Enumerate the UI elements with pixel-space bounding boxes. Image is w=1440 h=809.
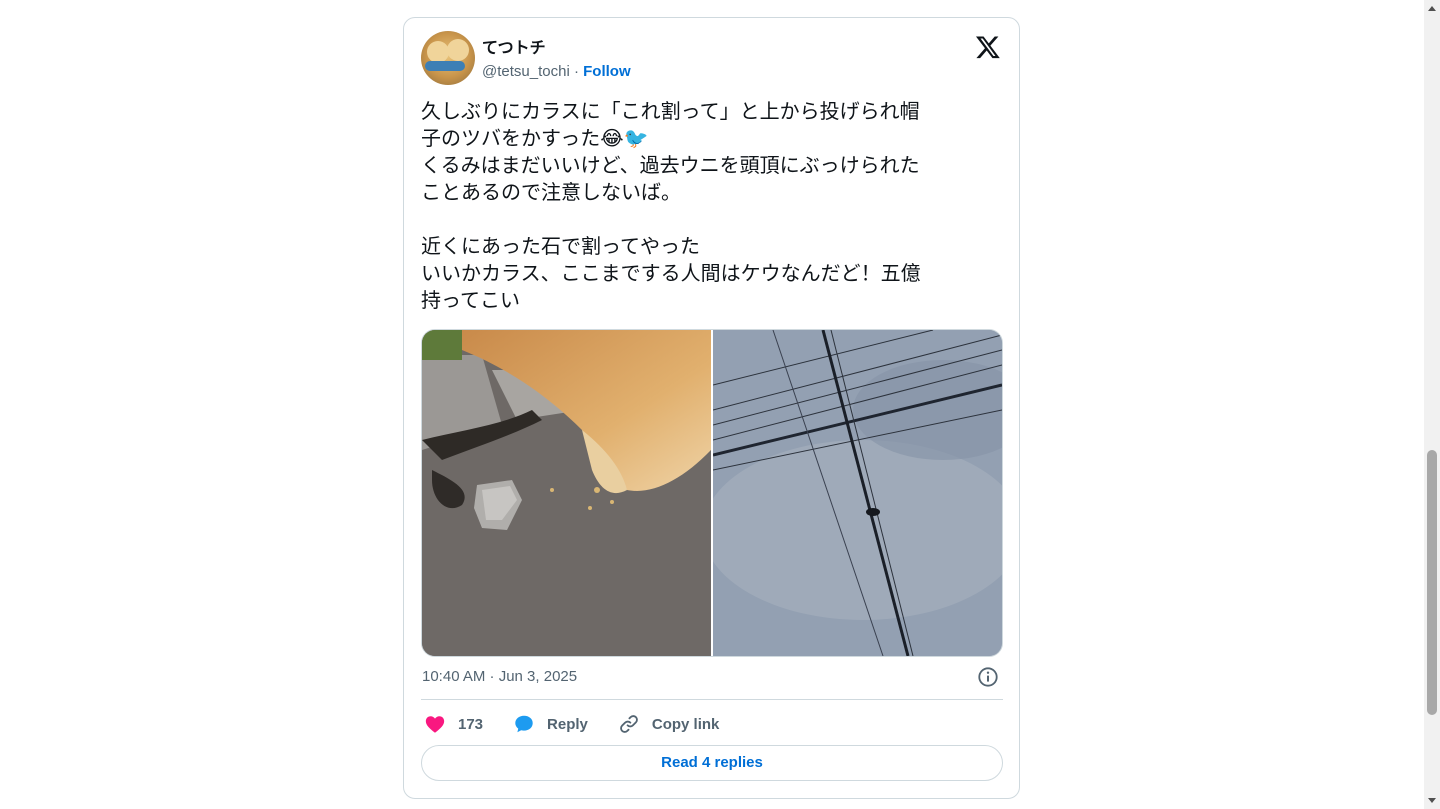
- read-replies-button[interactable]: Read 4 replies: [421, 745, 1003, 781]
- tweet-header: てつトチ @tetsu_tochi · Follow: [421, 30, 1001, 86]
- handle[interactable]: @tetsu_tochi: [482, 63, 570, 80]
- photo-sky-crow-drawing: [713, 330, 1002, 656]
- speech-bubble-icon: [515, 715, 533, 733]
- handle-row: @tetsu_tochi · Follow: [482, 63, 631, 80]
- avatar-dog-left: [427, 41, 449, 63]
- info-icon[interactable]: [977, 666, 999, 688]
- heart-icon: [425, 716, 445, 733]
- scrollbar-thumb[interactable]: [1427, 450, 1437, 715]
- avatar-dog-right: [447, 39, 469, 61]
- scroll-down-arrow-icon[interactable]: [1428, 798, 1436, 803]
- divider: [421, 699, 1003, 700]
- avatar-toy: [425, 61, 465, 71]
- scroll-up-arrow-icon[interactable]: [1428, 6, 1436, 11]
- x-logo-icon[interactable]: [975, 34, 1001, 60]
- page: てつトチ @tetsu_tochi · Follow 久しぶりにカラスに「これ割…: [0, 0, 1440, 809]
- tweet-card: てつトチ @tetsu_tochi · Follow 久しぶりにカラスに「これ割…: [403, 17, 1020, 799]
- photo-sky-crow[interactable]: [713, 330, 1002, 656]
- follow-button[interactable]: Follow: [583, 63, 631, 80]
- media-grid: [421, 329, 1003, 657]
- handle-separator: ·: [573, 63, 579, 80]
- reply-label: Reply: [547, 715, 588, 733]
- display-name[interactable]: てつトチ: [482, 34, 546, 58]
- like-count: 173: [458, 715, 484, 733]
- scrollbar[interactable]: [1424, 0, 1440, 809]
- link-icon: [620, 715, 638, 733]
- tweet-text: 久しぶりにカラスに「これ割って」と上から投げられ帽 子のツバをかすった😂🐦 くる…: [421, 99, 921, 312]
- avatar[interactable]: [421, 31, 475, 85]
- photo-dog-rock-drawing: [422, 330, 711, 656]
- reply-button[interactable]: Reply: [513, 713, 588, 735]
- copy-link-button[interactable]: Copy link: [618, 713, 720, 735]
- tweet-timestamp[interactable]: 10:40 AM · Jun 3, 2025: [422, 668, 577, 685]
- copy-link-label: Copy link: [651, 715, 720, 733]
- photo-dog-rock[interactable]: [422, 330, 711, 656]
- tweet-actions: 173 Reply Copy link: [424, 710, 749, 738]
- like-button[interactable]: 173: [424, 713, 483, 735]
